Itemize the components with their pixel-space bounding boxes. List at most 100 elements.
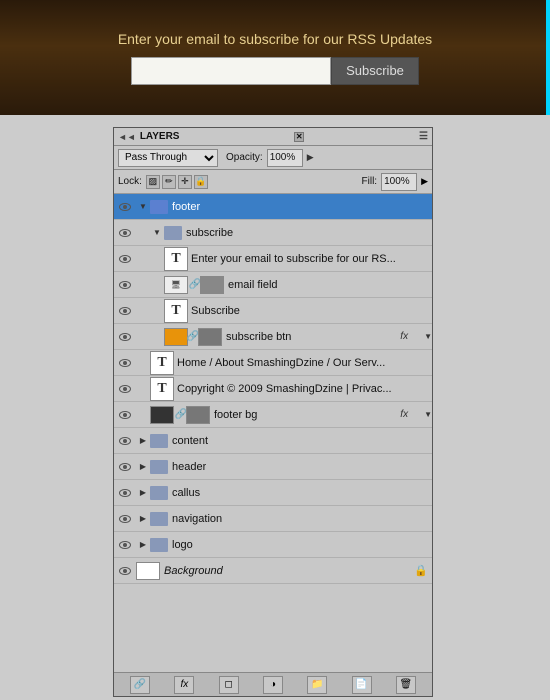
new-layer-button[interactable]: 📄 [352,676,372,694]
expand-arrow[interactable]: ▶ [136,506,150,532]
eye-toggle[interactable] [114,428,136,454]
eye-toggle[interactable] [114,506,136,532]
eye-icon [119,463,131,471]
eye-icon [119,437,131,445]
folder-icon-gray [150,538,168,552]
eye-toggle[interactable] [114,558,136,584]
opacity-arrow[interactable]: ▶ [307,152,314,163]
eye-toggle[interactable] [114,194,136,220]
delete-layer-button[interactable]: 🗑 [396,676,416,694]
layer-row[interactable]: T Enter your email to subscribe for our … [114,246,432,272]
row-content: T Copyright © 2009 SmashingDzine | Priva… [150,377,432,401]
eye-toggle[interactable] [114,350,136,376]
layer-row[interactable]: ▶ content [114,428,432,454]
opacity-value[interactable]: 100% [267,149,303,167]
eye-toggle[interactable] [114,480,136,506]
fx-button[interactable]: fx [174,676,194,694]
panel-controls: Pass Through Opacity: 100% ▶ [114,146,432,170]
folder-icon-gray [150,486,168,500]
dark-thumbnail [150,406,174,424]
expand-arrow[interactable]: ▼ [150,220,164,246]
opacity-label: Opacity: [226,152,263,163]
text-thumbnail: T [150,351,174,375]
eye-toggle[interactable] [114,324,136,350]
eye-toggle[interactable] [114,402,136,428]
folder-icon-gray [150,512,168,526]
lock-paint-button[interactable]: ✏ [162,175,176,189]
panel-lock-row: Lock: ▨ ✏ ✛ 🔒 Fill: 100% ▶ [114,170,432,194]
eye-toggle[interactable] [114,376,136,402]
layer-row[interactable]: Background 🔒 [114,558,432,584]
layer-row[interactable]: ▼ subscribe [114,220,432,246]
eye-icon [119,515,131,523]
eye-toggle[interactable] [114,454,136,480]
lock-icon: 🔒 [414,564,428,577]
eye-toggle[interactable] [114,220,136,246]
text-thumbnail: T [164,247,188,271]
layer-row[interactable]: T Home / About SmashingDzine / Our Serv.… [114,350,432,376]
fill-label: Fill: [362,176,378,187]
banner-inputs: Subscribe [131,57,419,85]
folder-icon-gray [164,226,182,240]
blend-mode-select[interactable]: Pass Through [118,149,218,167]
title-arrows: ◄◄ [118,132,136,142]
eye-toggle[interactable] [114,246,136,272]
layer-row[interactable]: T Copyright © 2009 SmashingDzine | Priva… [114,376,432,402]
layer-row[interactable]: ▶ logo [114,532,432,558]
link-layers-button[interactable]: 🔗 [130,676,150,694]
layer-name: Background [164,565,223,577]
fill-arrow[interactable]: ▶ [421,176,428,187]
eye-icon [119,255,131,263]
panel-menu-button[interactable]: ☰ [419,131,428,142]
eye-toggle[interactable] [114,298,136,324]
subscribe-button[interactable]: Subscribe [331,57,419,85]
expand-arrow[interactable]: ▼ [136,194,150,220]
panel-title-left: ◄◄ LAYERS [118,131,179,142]
layer-row[interactable]: 🔗 subscribe btn fx ▼ [114,324,432,350]
layer-name: Home / About SmashingDzine / Our Serv... [177,357,385,369]
layer-row[interactable]: ▶ callus [114,480,432,506]
lock-transparency-button[interactable]: ▨ [146,175,160,189]
row-content: ▶ content [136,428,432,454]
email-input[interactable] [131,57,331,85]
layer-name: navigation [172,513,222,525]
expand-arrow[interactable]: ▶ [136,532,150,558]
lock-all-button[interactable]: 🔒 [194,175,208,189]
expand-arrow[interactable]: ▶ [136,454,150,480]
layer-name: subscribe btn [226,331,291,343]
mask-button[interactable]: ◻ [219,676,239,694]
adjustment-button[interactable]: ◑ [263,676,283,694]
layer-row[interactable]: ▼ footer [114,194,432,220]
eye-icon [119,489,131,497]
fill-value[interactable]: 100% [381,173,417,191]
panel-title: LAYERS [140,131,180,142]
row-content: ▼ subscribe [150,220,432,246]
eye-toggle[interactable] [114,272,136,298]
lock-move-button[interactable]: ✛ [178,175,192,189]
text-thumbnail: T [164,299,188,323]
row-content: 🔗 subscribe btn fx ▼ [164,328,432,346]
expand-arrow[interactable]: ▶ [136,480,150,506]
layer-name: subscribe [186,227,233,239]
text-thumbnail: T [150,377,174,401]
layer-row[interactable]: ▶ navigation [114,506,432,532]
group-button[interactable]: 📁 [307,676,327,694]
layer-name: callus [172,487,200,499]
layer-name: footer [172,201,200,213]
fx-arrow[interactable]: ▼ [424,332,432,341]
layer-name: footer bg [214,409,257,421]
folder-icon-gray [150,434,168,448]
layer-row[interactable]: 🔗 footer bg fx ▼ [114,402,432,428]
layer-row[interactable]: T Subscribe [114,298,432,324]
layers-list: ▼ footer ▼ subscribe T Enter your em [114,194,432,672]
layer-row[interactable]: ▶ header [114,454,432,480]
expand-arrow[interactable]: ▶ [136,428,150,454]
panel-bottom-toolbar: 🔗 fx ◻ ◑ 📁 📄 🗑 [114,672,432,696]
row-content: 🔗 footer bg fx ▼ [150,406,432,424]
fx-arrow[interactable]: ▼ [424,410,432,419]
row-content: T Home / About SmashingDzine / Our Serv.… [150,351,432,375]
layer-row[interactable]: 🖥 🔗 email field [114,272,432,298]
eye-toggle[interactable] [114,532,136,558]
row-content: 🖥 🔗 email field [164,276,432,294]
panel-close-button[interactable]: ✕ [294,132,304,142]
